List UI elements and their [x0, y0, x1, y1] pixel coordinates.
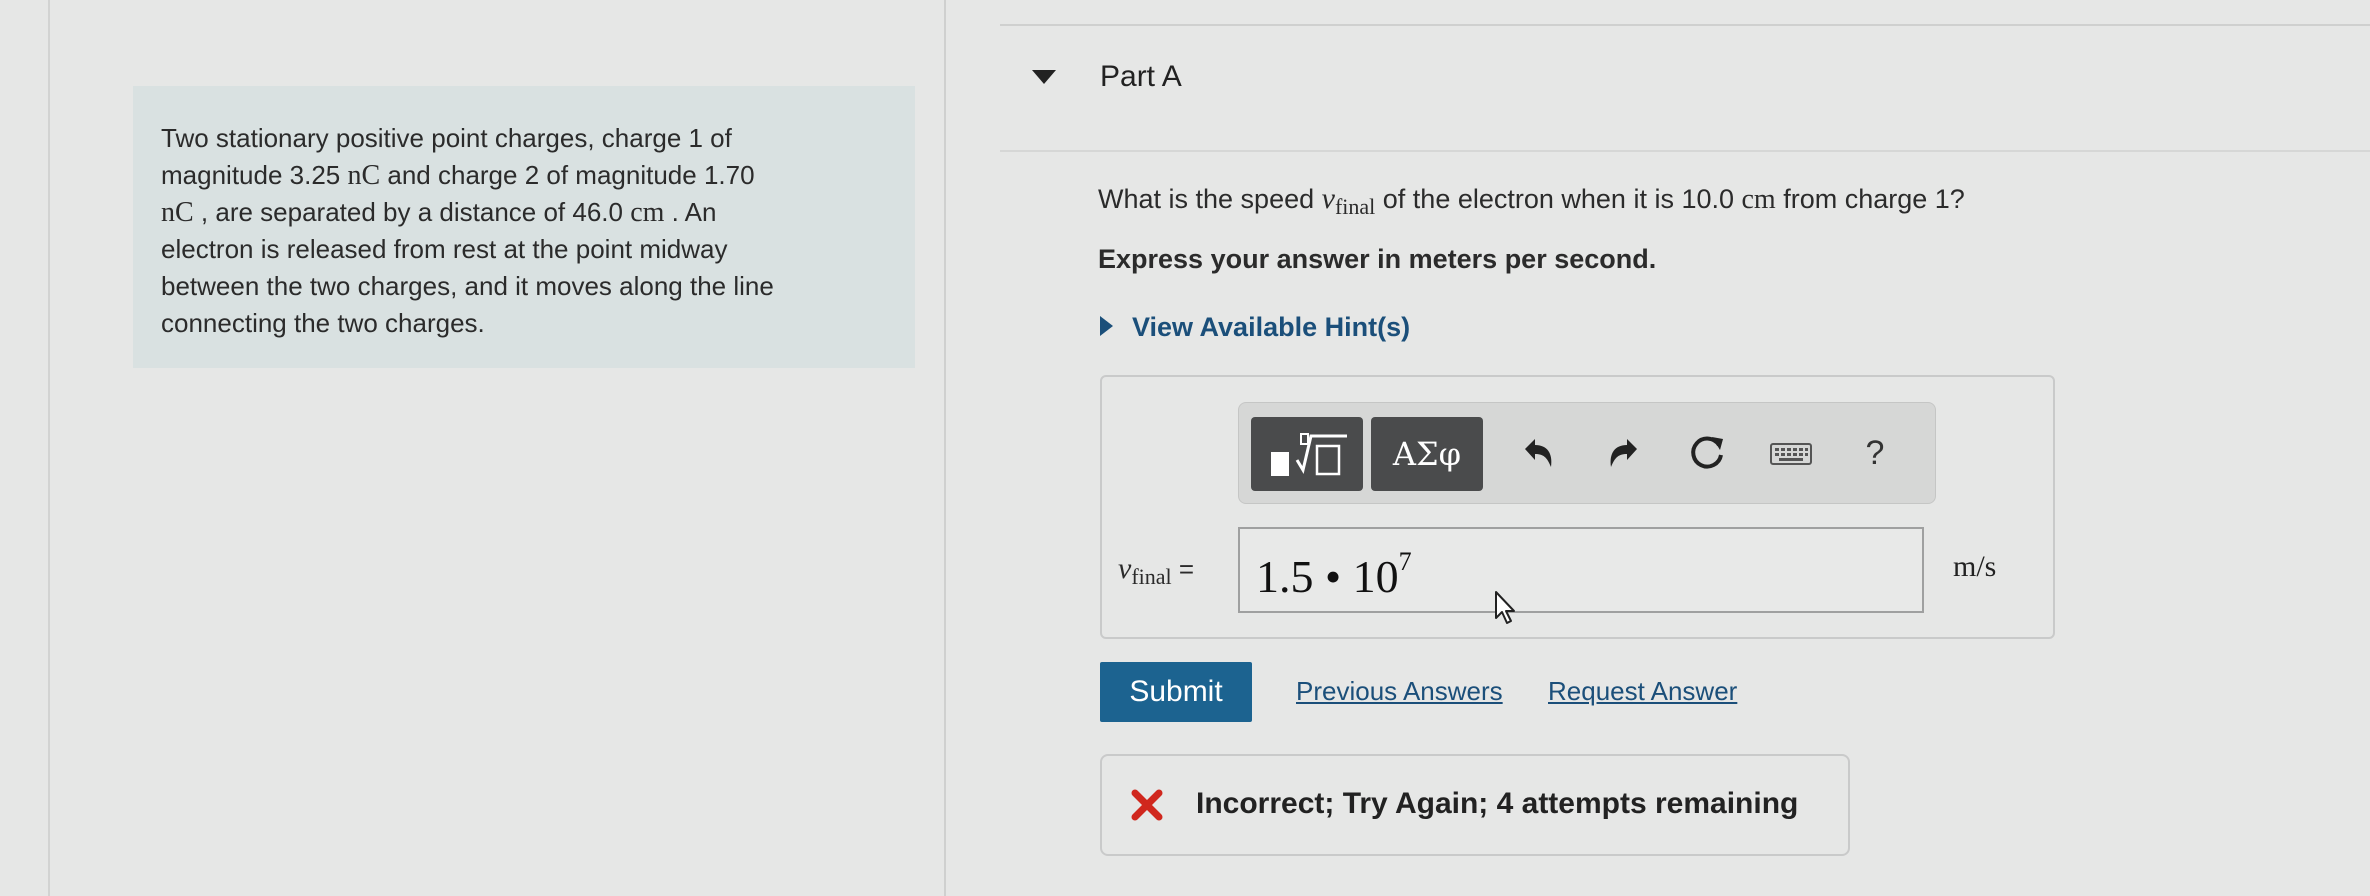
answer-instruction: Express your answer in meters per second… — [1098, 244, 1657, 274]
answer-variable-label: vfinal = — [1118, 552, 1195, 589]
redo-icon — [1610, 439, 1637, 467]
collapse-triangle-icon[interactable] — [1032, 70, 1056, 84]
reset-icon — [1691, 436, 1723, 469]
answer-mantissa: 1.5 • 10 — [1256, 551, 1399, 602]
problem-statement: Two stationary positive point charges, c… — [133, 86, 915, 368]
problem-line: magnitude 3.25 nC and charge 2 of magnit… — [161, 160, 755, 191]
problem-line: nC , are separated by a distance of 46.0… — [161, 197, 717, 228]
request-answer-link[interactable]: Request Answer — [1548, 676, 1737, 707]
undo-icon — [1525, 439, 1552, 467]
reset-button[interactable] — [1679, 425, 1735, 481]
problem-line: connecting the two charges. — [161, 308, 485, 338]
part-divider — [1000, 150, 2370, 152]
keyboard-icon — [1770, 443, 1812, 465]
help-icon: ? — [1865, 433, 1885, 472]
mouse-pointer-icon — [1495, 591, 1515, 624]
answer-unit: m/s — [1953, 550, 1997, 583]
answer-exponent: 7 — [1398, 547, 1412, 576]
view-hints-link[interactable]: View Available Hint(s) — [1132, 312, 1410, 343]
previous-answers-link[interactable]: Previous Answers — [1296, 676, 1503, 707]
expand-triangle-icon[interactable] — [1100, 316, 1113, 336]
feedback-message: Incorrect; Try Again; 4 attempts remaini… — [1196, 787, 1799, 820]
math-toolbar: ΑΣφ ? — [1238, 402, 1936, 504]
redo-button[interactable] — [1595, 425, 1651, 481]
problem-line: between the two charges, and it moves al… — [161, 271, 774, 301]
templates-icon — [1271, 433, 1347, 476]
keyboard-button[interactable] — [1763, 425, 1819, 481]
problem-line: electron is released from rest at the po… — [161, 234, 728, 264]
problem-line: Two stationary positive point charges, c… — [161, 123, 732, 153]
greek-symbols-button[interactable]: ΑΣφ — [1371, 417, 1483, 491]
help-button[interactable]: ? — [1847, 425, 1903, 481]
incorrect-x-icon — [1131, 789, 1163, 821]
submit-button[interactable]: Submit — [1100, 662, 1252, 722]
part-title: Part A — [1100, 60, 1182, 93]
left-border — [48, 0, 50, 896]
column-divider — [944, 0, 946, 896]
answer-input[interactable]: 1.5 • 107 — [1238, 527, 1924, 613]
templates-button[interactable] — [1251, 417, 1363, 491]
question-text: What is the speed vfinal of the electron… — [1098, 182, 1965, 219]
top-rule — [1000, 24, 2370, 26]
undo-button[interactable] — [1511, 425, 1567, 481]
